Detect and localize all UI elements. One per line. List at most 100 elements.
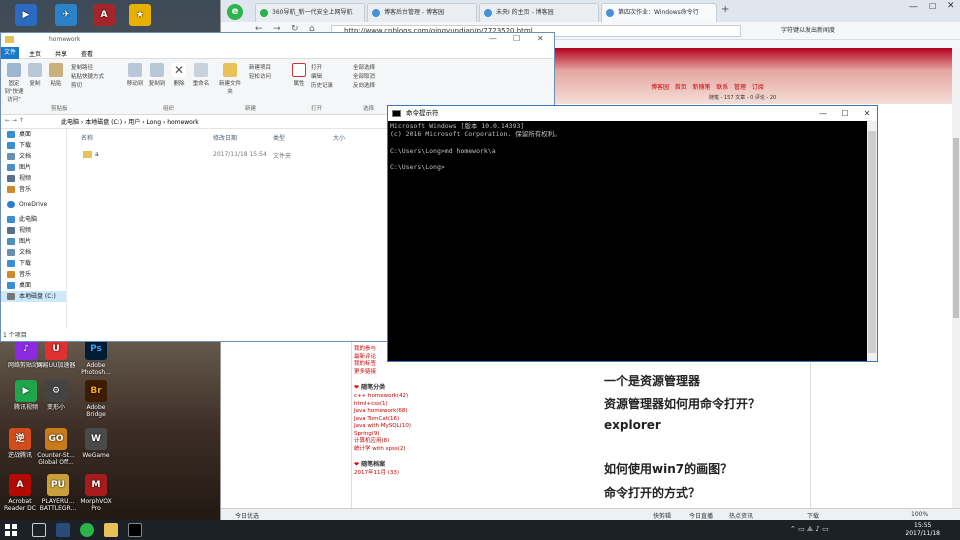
status-item[interactable]: 热点资讯 — [729, 511, 753, 520]
invert-selection-button[interactable]: 反向选择 — [353, 81, 375, 89]
desktop-icon[interactable]: A Acrobat Reader DC — [0, 474, 40, 512]
tab-file[interactable]: 文件 — [1, 47, 19, 59]
nav-item-drive-c[interactable]: 本地磁盘 (C:) — [1, 291, 66, 302]
new-tab-button[interactable]: + — [721, 4, 729, 15]
column-header-name[interactable]: 名称 — [81, 133, 93, 142]
column-header-size[interactable]: 大小 — [333, 133, 345, 142]
close-button[interactable]: ✕ — [947, 1, 955, 11]
desktop-icon[interactable]: ✈ — [46, 4, 86, 28]
maximize-button[interactable]: ☐ — [929, 2, 936, 11]
paste-shortcut-button[interactable]: 粘贴快捷方式 — [71, 72, 104, 80]
start-button[interactable] — [4, 523, 18, 537]
close-button[interactable]: ✕ — [856, 106, 878, 121]
scrollbar-thumb[interactable] — [868, 131, 876, 353]
category-link[interactable]: c++ homework(42) — [354, 393, 464, 401]
status-item[interactable]: 快剪辑 — [653, 511, 671, 520]
nav-item[interactable]: 音乐 — [1, 184, 66, 195]
column-header-date[interactable]: 修改日期 — [213, 133, 237, 142]
browser-logo-icon[interactable]: e — [227, 4, 243, 20]
tab-view[interactable]: 查看 — [81, 49, 93, 58]
category-link[interactable]: 计算机应用(8) — [354, 438, 464, 446]
file-row[interactable]: a 2017/11/18 15:54 文件夹 — [71, 149, 351, 161]
nav-item[interactable]: 图片 — [1, 236, 66, 247]
desktop-icon[interactable]: Br Adobe Bridge — [76, 380, 116, 418]
tab-blog-admin[interactable]: 博客后台管理 - 博客园 — [367, 3, 477, 22]
desktop-icon[interactable]: Ps Adobe Photosh... — [76, 338, 116, 376]
desktop-icon[interactable]: M MorphVOX Pro — [76, 474, 116, 512]
category-link[interactable]: Java with MySQL(10) — [354, 423, 464, 431]
history-button[interactable]: 历史记录 — [311, 81, 333, 89]
nav-item[interactable]: 图片 — [1, 162, 66, 173]
explorer-taskbar-icon[interactable] — [104, 523, 118, 537]
delete-button[interactable]: ✕ 删除 — [171, 63, 187, 87]
new-folder-button[interactable]: 新建文件夹 — [219, 63, 241, 95]
steam-icon[interactable] — [56, 523, 70, 537]
status-item[interactable]: 今日直播 — [689, 511, 713, 520]
desktop-icon[interactable]: ★ — [120, 4, 160, 28]
desktop-icon[interactable]: U 网易UU加速器 — [36, 338, 76, 369]
edit-button[interactable]: 编辑 — [311, 72, 322, 80]
blog-nav-item[interactable]: 首页 — [675, 84, 687, 91]
nav-item[interactable]: 音乐 — [1, 269, 66, 280]
nav-item-this-pc[interactable]: 此电脑 — [1, 214, 66, 225]
breadcrumb-item[interactable]: 此电脑 › 本地磁盘 (C:) › 用户 › Long › homework — [61, 117, 199, 126]
select-all-button[interactable]: 全部选择 — [353, 63, 375, 71]
new-item-button[interactable]: 新建项目 — [249, 63, 271, 71]
tab-homepage[interactable]: 未央I 的主页 - 博客园 — [479, 3, 599, 22]
tab-share[interactable]: 共享 — [55, 49, 67, 58]
category-link[interactable]: Java homework(68) — [354, 408, 464, 416]
open-button[interactable]: 打开 — [311, 63, 322, 71]
tray-icons[interactable]: ⌃ ▭ ⟁ ♪ ▭ — [790, 525, 829, 534]
cmd-taskbar-icon[interactable] — [128, 523, 142, 537]
search-hint[interactable]: 字符键以发出新闻度 — [781, 25, 835, 34]
desktop-icon[interactable]: GO Counter-St... Global Off... — [36, 428, 76, 466]
nav-arrows-icon[interactable]: ← → ↑ — [5, 117, 24, 124]
tab-home[interactable]: 主页 — [29, 49, 41, 58]
nav-item[interactable]: 下载 — [1, 140, 66, 151]
pin-quick-access-button[interactable]: 固定到"快速访问" — [3, 63, 25, 103]
minimize-button[interactable]: — — [812, 106, 834, 121]
scrollbar-thumb[interactable] — [953, 138, 959, 318]
zoom-level[interactable]: 100% — [911, 511, 928, 518]
desktop-icon[interactable]: ⚙ 变形小 — [36, 380, 76, 411]
desktop-icon[interactable]: PU PLAYERU... BATTLEGR... — [38, 474, 78, 512]
blog-nav-item[interactable]: 联系 — [716, 84, 728, 91]
category-link[interactable]: 统计学 with spss(2) — [354, 446, 464, 454]
copy-button[interactable]: 复制 — [27, 63, 43, 87]
cmd-scrollbar[interactable] — [867, 121, 877, 361]
select-none-button[interactable]: 全部取消 — [353, 72, 375, 80]
nav-item[interactable]: 桌面 — [1, 129, 66, 140]
move-to-button[interactable]: 移动到 — [125, 63, 145, 87]
tab-assignment[interactable]: 第四次作业：Windows命令行 — [601, 3, 717, 22]
cmd-output[interactable]: Microsoft Windows [版本 10.0.14393] (c) 201… — [388, 121, 868, 361]
blog-nav-item[interactable]: 订阅 — [752, 84, 764, 91]
copy-path-button[interactable]: 复制路径 — [71, 63, 93, 71]
nav-item[interactable]: 桌面 — [1, 280, 66, 291]
close-button[interactable]: ✕ — [537, 34, 544, 43]
nav-item[interactable]: 文档 — [1, 247, 66, 258]
blog-nav-item[interactable]: 新随笔 — [693, 84, 711, 91]
nav-item[interactable]: 视频 — [1, 173, 66, 184]
category-link[interactable]: Spring(9) — [354, 431, 464, 439]
page-scrollbar[interactable] — [952, 48, 960, 508]
nav-item[interactable]: 下载 — [1, 258, 66, 269]
status-item[interactable]: 下载 — [807, 511, 819, 520]
category-link[interactable]: Java TomCat(16) — [354, 416, 464, 424]
properties-button[interactable]: 属性 — [291, 63, 307, 87]
cut-button[interactable]: 剪切 — [71, 81, 82, 89]
easy-access-button[interactable]: 轻松访问 — [249, 72, 271, 80]
blog-nav-item[interactable]: 管理 — [734, 84, 746, 91]
sidebar-link[interactable]: 我的标签 — [354, 361, 464, 369]
sidebar-link[interactable]: 更多链接 — [354, 369, 464, 377]
status-left[interactable]: 今日优选 — [235, 511, 259, 520]
tab-360[interactable]: 360导航_新一代安全上网导航 — [255, 3, 365, 22]
blog-nav-item[interactable]: 博客园 — [651, 84, 669, 91]
paste-button[interactable]: 粘贴 — [47, 63, 65, 87]
column-header-type[interactable]: 类型 — [273, 133, 285, 142]
rename-button[interactable]: 重命名 — [191, 63, 211, 87]
task-view-icon[interactable] — [32, 523, 46, 537]
maximize-button[interactable]: ☐ — [513, 34, 520, 43]
nav-item-onedrive[interactable]: OneDrive — [1, 199, 66, 210]
nav-item[interactable]: 视频 — [1, 225, 66, 236]
category-link[interactable]: html+css(1) — [354, 401, 464, 409]
